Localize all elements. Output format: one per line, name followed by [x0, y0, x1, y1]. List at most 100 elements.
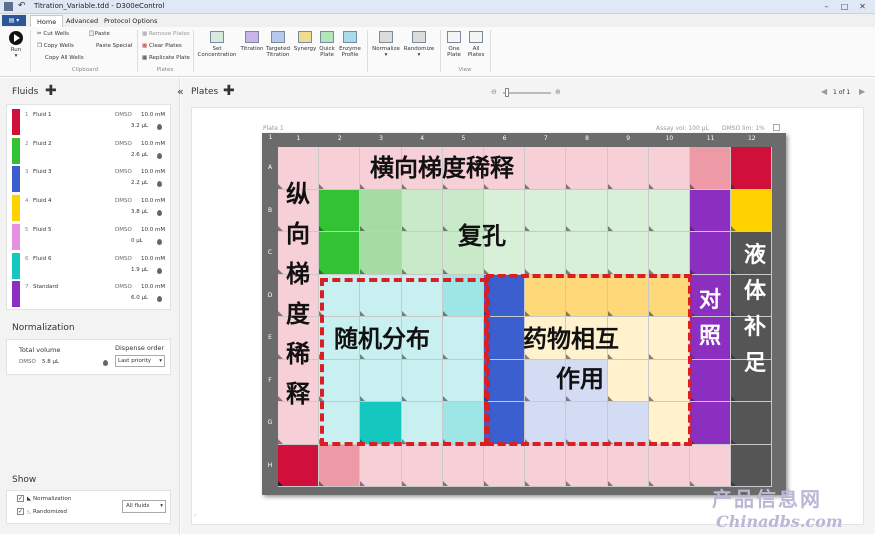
plate-well[interactable]: [319, 232, 361, 275]
copy-wells-button[interactable]: ❐ Copy Wells: [37, 43, 74, 49]
zoom-in-icon[interactable]: ⊕: [555, 88, 561, 96]
fluid-item[interactable]: 1 Fluid 1 DMSO 10.0 mM 3.2 µL: [7, 109, 170, 136]
add-fluid-button[interactable]: ✚: [45, 84, 57, 98]
plate-well[interactable]: [484, 444, 526, 487]
zoom-slider[interactable]: [503, 88, 551, 97]
plate-well[interactable]: [648, 444, 690, 487]
column-header[interactable]: 1: [278, 135, 319, 142]
plate-well[interactable]: [731, 402, 773, 445]
collapse-panel-button[interactable]: «: [177, 85, 184, 98]
fluid-item[interactable]: 4 Fluid 4 DMSO 10.0 mM 3.8 µL: [7, 195, 170, 222]
row-header[interactable]: A: [263, 164, 277, 171]
one-plate-button[interactable]: One Plate: [444, 31, 464, 58]
paste-special-button[interactable]: Paste Special: [96, 43, 132, 49]
plate-well[interactable]: [319, 189, 361, 232]
clear-plates-button[interactable]: ▦ Clear Plates: [142, 43, 182, 49]
plate-well[interactable]: [566, 189, 608, 232]
prev-page-icon[interactable]: ◀: [821, 87, 827, 96]
column-header[interactable]: 2: [319, 135, 360, 142]
next-page-icon[interactable]: ▶: [859, 87, 865, 96]
scroll-left-icon[interactable]: ‹: [194, 512, 196, 519]
run-button[interactable]: Run ▾: [6, 31, 26, 59]
plate-well[interactable]: [648, 232, 690, 275]
plate-well[interactable]: [360, 444, 402, 487]
row-header[interactable]: F: [263, 377, 277, 384]
fluid-item[interactable]: 7 Standard DMSO 10.0 mM 6.0 µL: [7, 281, 170, 308]
fluid-item[interactable]: 2 Fluid 2 DMSO 10.0 mM 2.6 µL: [7, 137, 170, 165]
fluid-item[interactable]: 5 Fluid 5 DMSO 10.0 mM 0 µL: [7, 223, 170, 251]
close-button[interactable]: ✕: [856, 1, 869, 12]
plate-well[interactable]: [607, 444, 649, 487]
copy-all-wells-button[interactable]: Copy All Wells: [45, 55, 84, 61]
plate-well[interactable]: [607, 147, 649, 190]
plate-well[interactable]: [648, 189, 690, 232]
tab-protocol-options[interactable]: Protocol Options: [98, 15, 163, 27]
column-header[interactable]: 6: [484, 135, 525, 142]
column-header[interactable]: 3: [360, 135, 401, 142]
enzyme-profile-button[interactable]: Enzyme Profile: [338, 31, 362, 58]
row-header[interactable]: B: [263, 207, 277, 214]
maximize-button[interactable]: □: [838, 1, 851, 12]
plate-well[interactable]: [690, 402, 732, 445]
plate-well[interactable]: [360, 189, 402, 232]
column-header[interactable]: 5: [443, 135, 484, 142]
plate-well[interactable]: [360, 232, 402, 275]
titration-button[interactable]: Titration: [239, 31, 265, 52]
fluid-item[interactable]: 3 Fluid 3 DMSO 10.0 mM 2.2 µL: [7, 166, 170, 193]
row-header[interactable]: C: [263, 249, 277, 256]
column-header[interactable]: 8: [566, 135, 607, 142]
fluid-filter-select[interactable]: All fluids ▾: [122, 500, 166, 513]
plate-well[interactable]: [525, 147, 567, 190]
undo-icon[interactable]: ↶: [18, 1, 26, 11]
column-header[interactable]: 10: [649, 135, 690, 142]
tab-home[interactable]: Home: [30, 15, 64, 27]
plate-well[interactable]: [607, 232, 649, 275]
column-header[interactable]: 4: [402, 135, 443, 142]
normalization-checkbox[interactable]: ✓: [17, 495, 24, 502]
zoom-slider-thumb[interactable]: [505, 88, 509, 97]
plate-well[interactable]: [566, 444, 608, 487]
app-menu-icon[interactable]: [4, 2, 13, 11]
plate-well[interactable]: [566, 232, 608, 275]
dispense-order-select[interactable]: Last priority ▾: [115, 355, 165, 367]
file-menu-button[interactable]: ▤ ▾: [2, 15, 26, 26]
plate-well[interactable]: [401, 444, 443, 487]
remove-plates-button[interactable]: ▦ Remove Plates: [142, 31, 190, 37]
paste-button[interactable]: 📋Paste: [88, 31, 110, 37]
plate-well[interactable]: [442, 444, 484, 487]
plate-well[interactable]: [319, 444, 361, 487]
plate-well[interactable]: [690, 147, 732, 190]
plate-well[interactable]: [648, 147, 690, 190]
column-header[interactable]: 12: [731, 135, 772, 142]
column-header[interactable]: 11: [690, 135, 731, 142]
plate-well[interactable]: [731, 189, 773, 232]
plate-well[interactable]: [525, 189, 567, 232]
targeted-titration-button[interactable]: Targeted Titration: [264, 31, 292, 58]
plate-well[interactable]: [690, 359, 732, 402]
normalize-button[interactable]: Normalize ▾: [371, 31, 401, 58]
plate-well[interactable]: [401, 189, 443, 232]
column-header[interactable]: 9: [608, 135, 649, 142]
synergy-button[interactable]: Synergy: [292, 31, 318, 52]
row-header[interactable]: G: [263, 419, 277, 426]
plate-well[interactable]: [690, 189, 732, 232]
plate-well[interactable]: [278, 444, 320, 487]
fluid-item[interactable]: 6 Fluid 6 DMSO 10.0 mM 1.9 µL: [7, 252, 170, 280]
row-header[interactable]: H: [263, 462, 277, 469]
plate-well[interactable]: [731, 147, 773, 190]
set-concentration-button[interactable]: Set Concentration: [197, 31, 237, 58]
zoom-out-icon[interactable]: ⊖: [491, 88, 497, 96]
all-plates-button[interactable]: All Plates: [466, 31, 486, 58]
plate-well[interactable]: [607, 189, 649, 232]
replicate-plate-button[interactable]: ▦ Replicate Plate: [142, 55, 190, 61]
randomized-checkbox[interactable]: ✓: [17, 508, 24, 515]
add-plate-button[interactable]: ✚: [223, 84, 235, 98]
plate-well[interactable]: [690, 444, 732, 487]
plate-well[interactable]: [566, 147, 608, 190]
plate-well[interactable]: [401, 232, 443, 275]
plate-well[interactable]: [731, 444, 773, 487]
plate-well[interactable]: [525, 232, 567, 275]
randomize-button[interactable]: Randomize ▾: [402, 31, 436, 58]
plate-options-checkbox[interactable]: [773, 124, 780, 131]
plate-well[interactable]: [690, 232, 732, 275]
